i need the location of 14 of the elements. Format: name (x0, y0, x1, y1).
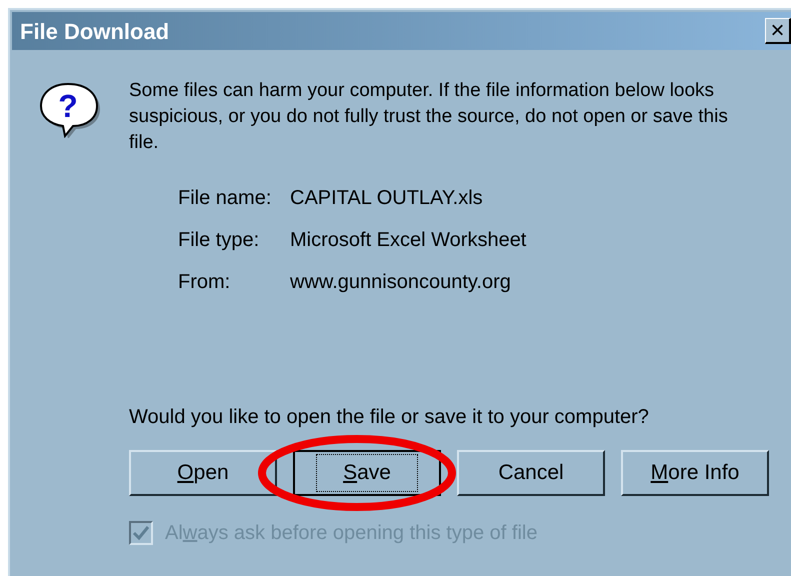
dialog-button[interactable]: Save (293, 450, 441, 496)
window-title: File Download (19, 18, 170, 46)
dialog-button[interactable]: More Info (621, 450, 769, 496)
detail-label: File name: (178, 186, 272, 211)
detail-value: www.gunnisoncounty.org (290, 270, 511, 295)
detail-label: File type: (178, 228, 260, 253)
dialog-button[interactable]: Cancel (457, 450, 605, 496)
detail-label: From: (178, 270, 232, 295)
detail-value: Microsoft Excel Worksheet (290, 228, 526, 253)
warning-message: Some files can harm your computer. If the file information below looks suspicious, or you do not fully trust the source, do not open or save this file. (129, 79, 729, 155)
question-text: Would you like to open the file or save it to your computer? (128, 405, 650, 430)
close-button[interactable]: × (765, 18, 791, 44)
detail-value: CAPITAL OUTLAY.xls (290, 186, 483, 211)
dialog-button[interactable]: Open (129, 450, 277, 496)
